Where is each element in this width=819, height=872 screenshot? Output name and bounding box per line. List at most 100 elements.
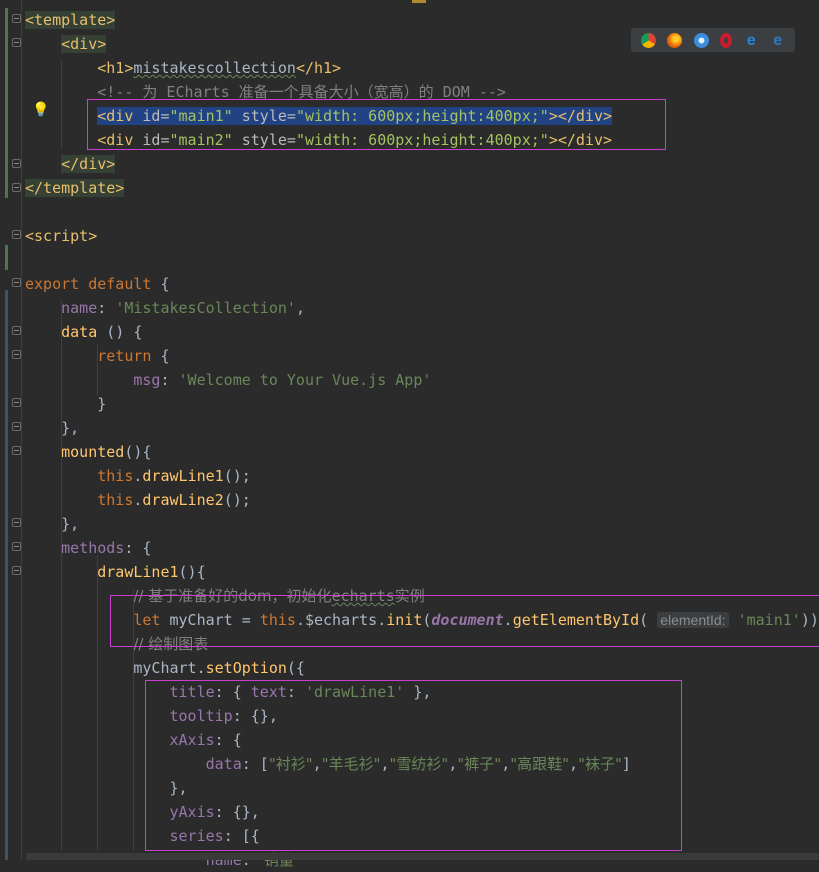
code-line[interactable]: export default { bbox=[25, 272, 170, 296]
code-token: () { bbox=[97, 323, 143, 341]
code-token: <template> bbox=[25, 11, 116, 29]
code-line[interactable]: mounted(){ bbox=[25, 440, 151, 464]
code-line[interactable]: name: 'MistakesCollection', bbox=[25, 296, 305, 320]
code-token: export default bbox=[25, 275, 152, 293]
fold-icon[interactable] bbox=[12, 183, 21, 192]
horizontal-scrollbar[interactable] bbox=[26, 853, 819, 860]
code-token: "雪纺衫" bbox=[389, 755, 449, 773]
code-line[interactable]: methods: { bbox=[25, 536, 151, 560]
fold-icon[interactable] bbox=[12, 350, 21, 359]
code-line[interactable]: // 绘制图表 bbox=[25, 632, 208, 656]
code-token: // 绘制图表 bbox=[133, 635, 209, 653]
code-line[interactable]: <script> bbox=[25, 224, 97, 248]
code-token: (); bbox=[223, 467, 251, 485]
code-token: msg bbox=[133, 371, 161, 389]
fold-icon[interactable] bbox=[12, 326, 21, 335]
code-line[interactable]: name: '销量' bbox=[25, 848, 298, 872]
code-token: id= bbox=[142, 131, 170, 149]
indent-guide bbox=[61, 300, 62, 850]
fold-icon[interactable] bbox=[12, 14, 21, 23]
code-token: drawLine1 bbox=[97, 563, 179, 581]
code-token: name bbox=[61, 299, 98, 317]
code-token: (){ bbox=[124, 443, 152, 461]
code-line[interactable]: }, bbox=[25, 512, 79, 536]
fold-icon[interactable] bbox=[12, 566, 21, 575]
code-line[interactable]: let myChart = this.$echarts.init (documen… bbox=[25, 608, 819, 632]
fold-icon[interactable] bbox=[12, 542, 21, 551]
code-token: mistakescollection bbox=[133, 59, 296, 77]
code-line[interactable]: <div> bbox=[25, 32, 107, 56]
code-token: 'main1' bbox=[737, 611, 801, 629]
fold-icon[interactable] bbox=[12, 398, 21, 407]
code-line[interactable]: title: { text: 'drawLine1' }, bbox=[25, 680, 432, 704]
code-token: : {}, bbox=[214, 803, 260, 821]
code-token: this bbox=[259, 611, 296, 629]
code-line[interactable]: }, bbox=[25, 776, 187, 800]
code-token: ></div> bbox=[548, 107, 613, 125]
code-token: 实例 bbox=[394, 587, 425, 605]
opera-icon[interactable] bbox=[720, 32, 733, 48]
safari-icon[interactable] bbox=[693, 32, 709, 48]
fold-icon[interactable] bbox=[12, 518, 21, 527]
code-line[interactable]: this.drawLine1(); bbox=[25, 464, 251, 488]
code-token: <script> bbox=[25, 227, 98, 245]
fold-icon[interactable] bbox=[12, 278, 21, 287]
code-line[interactable]: drawLine1(){ bbox=[25, 560, 205, 584]
code-token: setOption bbox=[205, 659, 287, 677]
code-line[interactable]: // 基于准备好的dom，初始化echarts实例 bbox=[25, 584, 425, 608]
code-line[interactable]: </div> bbox=[25, 152, 116, 176]
code-token: "衬衫" bbox=[268, 755, 313, 773]
code-token: data bbox=[205, 755, 242, 773]
code-token: 'Welcome to Your Vue.js App' bbox=[178, 371, 432, 389]
code-token: </h1> bbox=[295, 59, 342, 77]
code-token: : {}, bbox=[232, 707, 278, 725]
code-token: "裤子" bbox=[457, 755, 502, 773]
code-token: methods bbox=[61, 539, 125, 557]
code-line[interactable]: } bbox=[25, 392, 106, 416]
ie-icon[interactable]: e bbox=[744, 32, 759, 48]
lightbulb-icon[interactable]: 💡 bbox=[32, 103, 49, 117]
code-token: : bbox=[286, 683, 305, 701]
fold-icon[interactable] bbox=[12, 38, 21, 47]
code-line[interactable]: <template> bbox=[25, 8, 116, 32]
edge-icon[interactable]: e bbox=[770, 32, 785, 48]
code-token: , bbox=[569, 755, 579, 773]
code-token: drawLine1 bbox=[142, 467, 224, 485]
chrome-icon[interactable] bbox=[640, 32, 656, 48]
fold-icon[interactable] bbox=[12, 446, 21, 455]
code-token: : bbox=[160, 371, 179, 389]
code-line[interactable]: </template> bbox=[25, 176, 125, 200]
code-token: ({ bbox=[286, 659, 305, 677]
code-line[interactable]: this.drawLine2(); bbox=[25, 488, 251, 512]
code-token: </template> bbox=[25, 179, 125, 197]
fold-icon[interactable] bbox=[12, 230, 21, 239]
code-line[interactable]: tooltip: {}, bbox=[25, 704, 278, 728]
code-line[interactable]: <!-- 为 ECharts 准备一个具备大小（宽高）的 DOM --> bbox=[25, 80, 506, 104]
code-token: , bbox=[501, 755, 511, 773]
code-token: tooltip bbox=[169, 707, 233, 725]
code-line[interactable]: <div id="main1" style="width: 600px;heig… bbox=[25, 104, 613, 128]
code-token: }, bbox=[25, 515, 80, 533]
code-line[interactable]: }, bbox=[25, 416, 79, 440]
code-token: yAxis bbox=[169, 803, 215, 821]
code-line[interactable]: msg: 'Welcome to Your Vue.js App' bbox=[25, 368, 431, 392]
firefox-icon[interactable] bbox=[667, 32, 683, 48]
code-token: text bbox=[250, 683, 287, 701]
code-token: <h1> bbox=[97, 59, 134, 77]
code-line[interactable]: myChart.setOption({ bbox=[25, 656, 305, 680]
fold-icon[interactable] bbox=[12, 159, 21, 168]
code-line[interactable]: data () { bbox=[25, 320, 142, 344]
code-token: "main2" bbox=[169, 131, 233, 149]
code-token: }, bbox=[404, 683, 432, 701]
fold-icon[interactable] bbox=[12, 422, 21, 431]
code-token: <div bbox=[97, 131, 143, 149]
code-line[interactable]: <h1>mistakescollection</h1> bbox=[25, 56, 341, 80]
indent-guide bbox=[133, 590, 134, 850]
code-line[interactable]: <div id="main2" style="width: 600px;heig… bbox=[25, 128, 612, 152]
code-token: series bbox=[169, 827, 224, 845]
code-line[interactable]: data: ["衬衫","羊毛衫","雪纺衫","裤子","高跟鞋","袜子"] bbox=[25, 752, 631, 776]
